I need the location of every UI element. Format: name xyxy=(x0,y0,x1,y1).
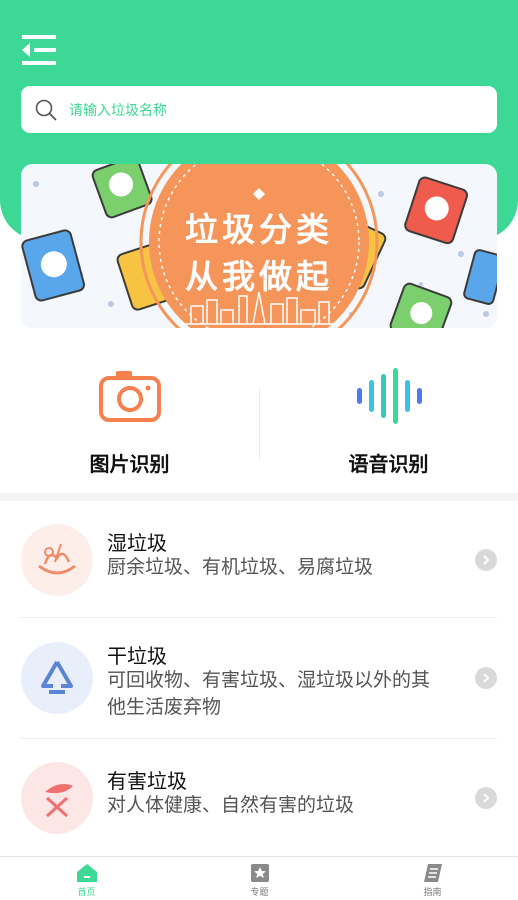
menu-button[interactable] xyxy=(20,34,58,66)
voice-recognition-button[interactable]: 语音识别 xyxy=(259,340,518,490)
camera-icon xyxy=(98,371,161,422)
hazardous-waste-icon xyxy=(21,762,93,834)
wet-waste-icon xyxy=(21,524,93,596)
bottom-tab-bar: 首页 专题 指南 xyxy=(0,856,518,900)
category-title: 干垃圾 xyxy=(107,644,167,668)
category-description: 可回收物、有害垃圾、湿垃圾以外的其他生活废弃物 xyxy=(107,669,431,718)
category-item-dry[interactable]: 干垃圾 可回收物、有害垃圾、湿垃圾以外的其他生活废弃物 xyxy=(21,640,497,720)
list-divider xyxy=(21,617,497,618)
voice-wave-icon xyxy=(356,368,422,424)
image-recognition-button[interactable]: 图片识别 xyxy=(0,340,259,490)
menu-collapse-icon xyxy=(22,35,56,65)
voice-recognition-label: 语音识别 xyxy=(348,452,429,476)
search-icon xyxy=(35,99,57,120)
category-title: 湿垃圾 xyxy=(107,531,167,555)
category-description: 厨余垃圾、有机垃圾、易腐垃圾 xyxy=(107,556,374,578)
recognition-row: 图片识别 语音识别 xyxy=(0,340,518,490)
image-recognition-label: 图片识别 xyxy=(89,452,170,476)
banner-title-line1: 垃圾分类 xyxy=(185,210,333,249)
section-divider xyxy=(0,493,518,501)
recycle-triangle-icon xyxy=(21,642,93,714)
list-divider xyxy=(21,738,497,739)
chevron-right-icon xyxy=(475,549,497,571)
category-description: 对人体健康、自然有害的垃圾 xyxy=(107,794,355,816)
tab-home[interactable]: 首页 xyxy=(0,857,173,900)
category-title: 有害垃圾 xyxy=(107,769,187,793)
banner-title-line2: 从我做起 xyxy=(185,257,333,296)
tab-topics-label: 专题 xyxy=(250,888,269,898)
category-item-wet[interactable]: 湿垃圾 厨余垃圾、有机垃圾、易腐垃圾 xyxy=(21,522,497,598)
search-placeholder: 请输入垃圾名称 xyxy=(69,102,167,119)
category-item-hazardous[interactable]: 有害垃圾 对人体健康、自然有害的垃圾 xyxy=(21,760,497,836)
home-icon xyxy=(76,864,97,882)
chevron-right-icon xyxy=(475,667,497,689)
search-input[interactable]: 请输入垃圾名称 xyxy=(21,86,497,133)
chevron-right-icon xyxy=(475,787,497,809)
guide-book-icon xyxy=(423,864,442,882)
tab-topics[interactable]: 专题 xyxy=(173,857,346,900)
tab-guide[interactable]: 指南 xyxy=(346,857,518,900)
star-bookmark-icon xyxy=(250,864,269,882)
tab-guide-label: 指南 xyxy=(423,888,442,898)
tab-home-label: 首页 xyxy=(77,888,96,898)
